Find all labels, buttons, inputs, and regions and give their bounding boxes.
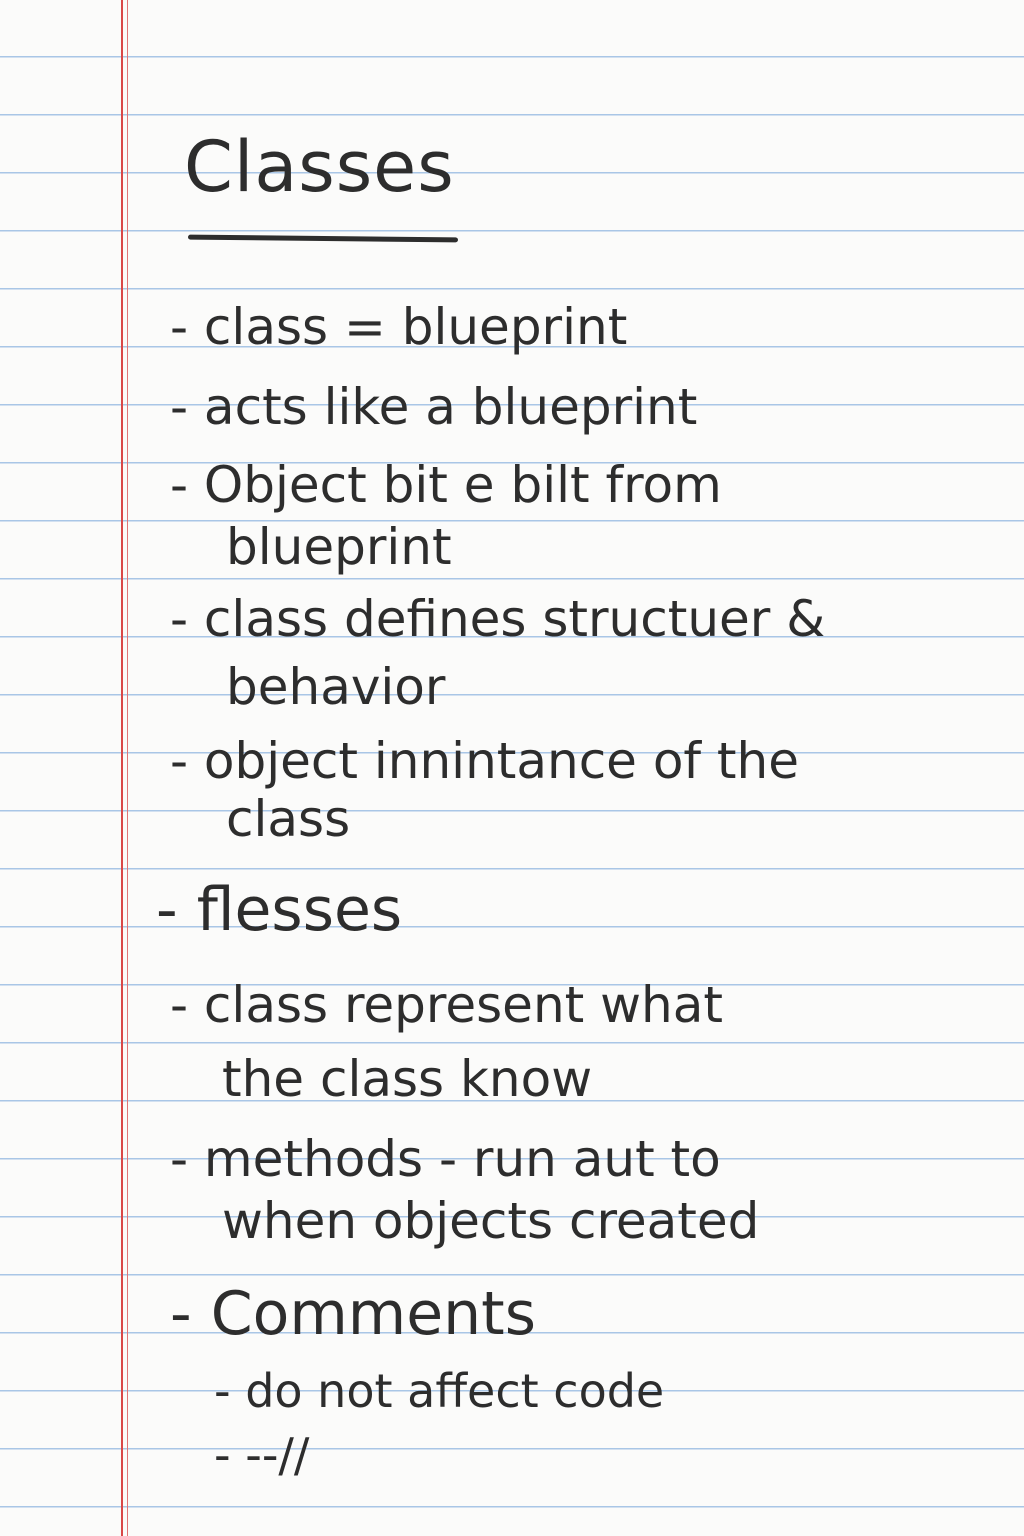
- note-line-5-cont: class: [226, 790, 351, 848]
- note-line-7-cont: when objects created: [222, 1192, 760, 1250]
- note-line-8: - do not affect code: [214, 1364, 665, 1418]
- page-title: Classes: [184, 126, 455, 208]
- note-line-5: - object innintance of the: [170, 732, 799, 790]
- note-line-6: - class represent what: [170, 976, 723, 1034]
- note-line-1: - class = blueprint: [170, 298, 628, 356]
- margin-line-secondary: [127, 0, 128, 1536]
- note-line-3-cont: blueprint: [226, 518, 452, 576]
- title-underline: [187, 234, 459, 243]
- note-line-2: - acts like a blueprint: [170, 378, 698, 436]
- margin-line: [121, 0, 123, 1536]
- note-line-4-cont: behavior: [226, 658, 446, 716]
- note-line-7: - methods - run aut to: [170, 1130, 721, 1188]
- note-line-6-cont: the class know: [222, 1050, 593, 1108]
- section-heading-flesses: - flesses: [156, 875, 403, 945]
- note-line-9: - --//: [214, 1428, 310, 1482]
- note-line-4: - class defines structuer &: [170, 590, 826, 648]
- note-line-3: - Object bit e bilt from: [170, 456, 722, 514]
- notebook-page: Classes - class = blueprint - acts like …: [0, 0, 1024, 1536]
- section-heading-comments: - Comments: [170, 1279, 536, 1349]
